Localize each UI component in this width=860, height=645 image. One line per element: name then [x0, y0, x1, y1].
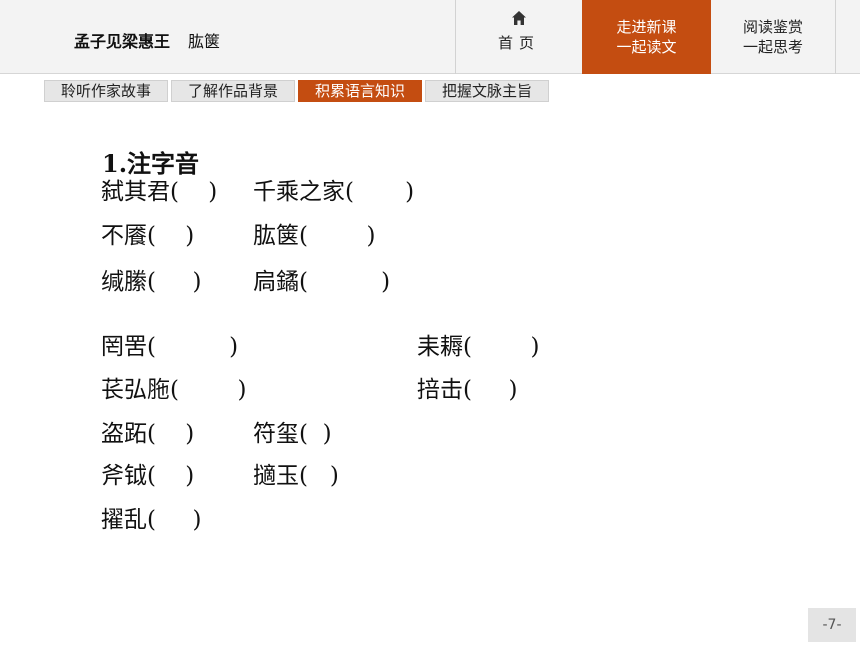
pronunciation-item: 缄縢( ) [101, 269, 202, 295]
content-area: 1.注字音 弑其君( ) 千乘之家( ) 不餍( ) 肱箧( ) 缄縢( ) 扃… [0, 0, 860, 645]
pronunciation-item: 符玺( ) [253, 421, 332, 447]
pronunciation-item: 盗跖( ) [101, 421, 195, 447]
exercise-heading: 1.注字音 [102, 149, 200, 178]
pronunciation-item: 苌弘胣( ) [101, 377, 247, 403]
pronunciation-item: 弑其君( ) [101, 179, 218, 205]
pronunciation-item: 掊击( ) [417, 377, 518, 403]
pronunciation-item: 扃鐍( ) [253, 269, 391, 295]
pronunciation-item: 耒耨( ) [417, 334, 540, 360]
pronunciation-item: 擢乱( ) [101, 507, 202, 533]
pronunciation-item: 千乘之家( ) [253, 179, 415, 205]
pronunciation-item: 肱箧( ) [253, 223, 376, 249]
pronunciation-item: 不餍( ) [101, 223, 195, 249]
pronunciation-item: 擿玉( ) [253, 463, 339, 489]
pronunciation-item: 罔罟( ) [101, 334, 239, 360]
pronunciation-item: 斧钺( ) [101, 463, 195, 489]
page-number: -7- [808, 608, 856, 642]
